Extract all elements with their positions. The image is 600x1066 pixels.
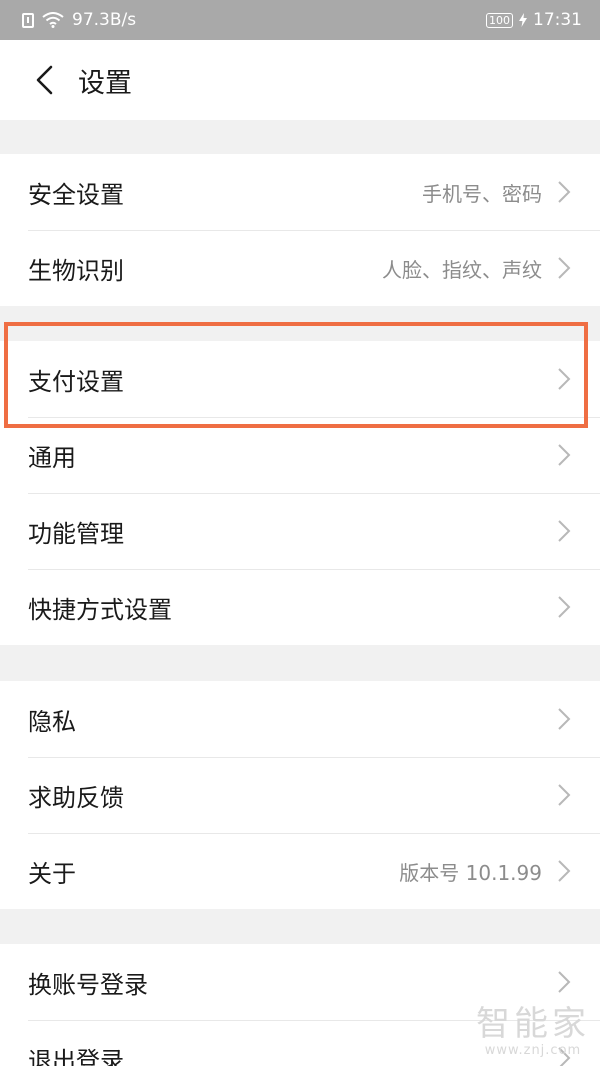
settings-group-account-security: 安全设置 手机号、密码 生物识别 人脸、指纹、声纹 — [0, 154, 600, 306]
status-left: 97.3B/s — [22, 10, 136, 30]
watermark: 智能家 www.znj.com — [476, 1005, 590, 1058]
settings-item-label: 求助反馈 — [28, 783, 124, 812]
watermark-url: www.znj.com — [484, 1043, 582, 1058]
settings-item-label: 隐私 — [28, 707, 76, 736]
settings-item-label: 换账号登录 — [28, 970, 148, 999]
chevron-right-icon — [558, 596, 571, 618]
battery-icon: 100 — [486, 12, 513, 28]
settings-item-payment[interactable]: 支付设置 — [0, 341, 600, 417]
settings-item-security[interactable]: 安全设置 手机号、密码 — [0, 154, 600, 230]
settings-item-label: 快捷方式设置 — [28, 595, 172, 624]
page-title: 设置 — [78, 67, 132, 99]
settings-item-features[interactable]: 功能管理 — [0, 493, 600, 569]
settings-group-general: 支付设置 通用 功能管理 快捷方式设置 — [0, 341, 600, 645]
settings-item-value: 手机号、密码 — [422, 181, 542, 206]
status-bar: 97.3B/s 100 17:31 — [0, 0, 600, 40]
settings-group-about: 隐私 求助反馈 关于 版本号 10.1.99 — [0, 681, 600, 909]
chevron-right-icon — [558, 368, 571, 390]
settings-item-value: 人脸、指纹、声纹 — [382, 257, 542, 282]
settings-item-shortcuts[interactable]: 快捷方式设置 — [0, 569, 600, 645]
settings-item-general[interactable]: 通用 — [0, 417, 600, 493]
settings-item-feedback[interactable]: 求助反馈 — [0, 757, 600, 833]
settings-item-about[interactable]: 关于 版本号 10.1.99 — [0, 833, 600, 909]
settings-item-label: 生物识别 — [28, 256, 124, 285]
sim-alert-icon — [22, 12, 34, 28]
chevron-right-icon — [558, 971, 571, 993]
settings-item-label: 关于 — [28, 859, 76, 888]
version-value: 版本号 10.1.99 — [399, 860, 542, 885]
chevron-right-icon — [558, 520, 571, 542]
chevron-right-icon — [558, 444, 571, 466]
watermark-brand: 智能家 — [476, 1004, 590, 1044]
settings-item-label: 功能管理 — [28, 519, 124, 548]
chevron-right-icon — [558, 708, 571, 730]
settings-item-biometrics[interactable]: 生物识别 人脸、指纹、声纹 — [0, 230, 600, 306]
wifi-icon — [42, 12, 64, 28]
chevron-right-icon — [558, 784, 571, 806]
settings-item-label: 通用 — [28, 443, 76, 472]
clock: 17:31 — [533, 10, 582, 30]
chevron-left-icon[interactable] — [24, 60, 64, 100]
chevron-right-icon — [558, 257, 571, 279]
network-speed: 97.3B/s — [72, 10, 137, 30]
settings-item-label: 支付设置 — [28, 367, 124, 396]
chevron-right-icon — [558, 860, 571, 882]
chevron-right-icon — [558, 181, 571, 203]
settings-item-label: 安全设置 — [28, 180, 124, 209]
settings-item-privacy[interactable]: 隐私 — [0, 681, 600, 757]
status-right: 100 17:31 — [486, 10, 582, 30]
settings-item-label: 退出登录 — [28, 1046, 124, 1066]
app-header: 设置 — [0, 40, 600, 120]
charging-bolt-icon — [519, 13, 527, 27]
